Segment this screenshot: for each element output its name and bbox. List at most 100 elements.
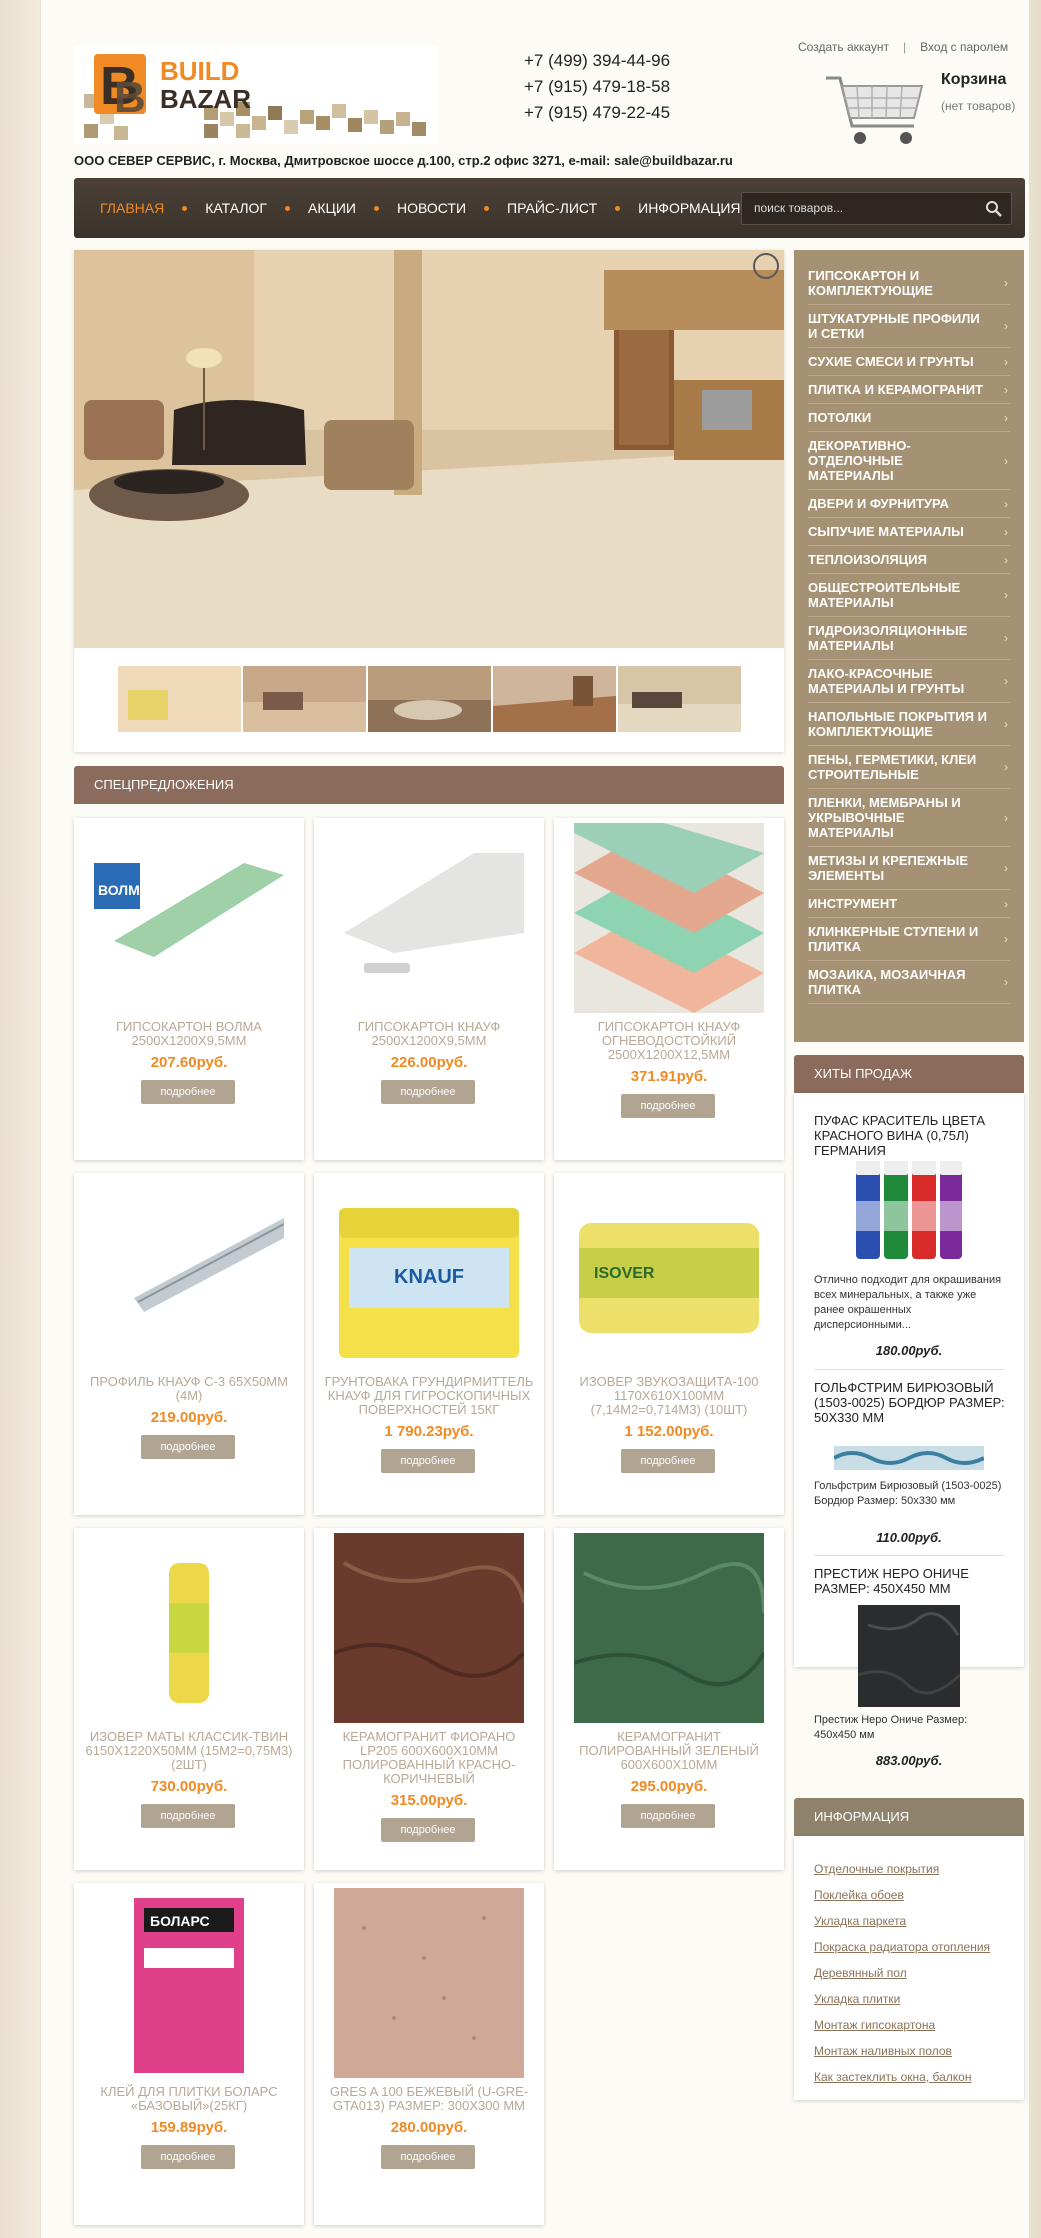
info-link[interactable]: Как застеклить окна, балкон — [814, 2064, 1004, 2090]
product-image[interactable] — [94, 1533, 284, 1723]
product-image[interactable]: ISOVER — [574, 1178, 764, 1368]
hit-1-title[interactable]: ПУФАС КРАСИТЕЛЬ ЦВЕТА КРАСНОГО ВИНА (0,7… — [814, 1113, 1009, 1158]
category-item[interactable]: ДВЕРИ И ФУРНИТУРА › — [808, 490, 1010, 518]
product-image[interactable] — [334, 1533, 524, 1723]
category-item[interactable]: НАПОЛЬНЫЕ ПОКРЫТИЯ И КОМПЛЕКТУЮЩИЕ › — [808, 703, 1010, 746]
hit-2-image[interactable] — [834, 1446, 984, 1470]
category-item[interactable]: СУХИЕ СМЕСИ И ГРУНТЫ › — [808, 348, 1010, 376]
product-image[interactable] — [334, 823, 524, 1013]
category-item[interactable]: ПЛИТКА И КЕРАМОГРАНИТ › — [808, 376, 1010, 404]
info-link[interactable]: Монтаж наливных полов — [814, 2038, 1004, 2064]
thumbnail-3[interactable] — [368, 666, 491, 732]
nav-catalog[interactable]: КАТАЛОГ — [201, 200, 271, 216]
details-button[interactable]: подробнее — [141, 1435, 235, 1459]
details-button[interactable]: подробнее — [141, 2145, 235, 2169]
info-link[interactable]: Отделочные покрытия — [814, 1856, 1004, 1882]
hit-3-title[interactable]: ПРЕСТИЖ НЕРО ОНИЧЕ РАЗМЕР: 450X450 ММ — [814, 1566, 1009, 1596]
product-image[interactable]: ВОЛМА — [94, 823, 284, 1013]
product-name[interactable]: ГИПСОКАРТОН ВОЛМА 2500X1200X9,5ММ — [84, 1020, 294, 1048]
slide-image[interactable] — [74, 250, 784, 648]
product-name[interactable]: ГРУНТОВАКА ГРУНДИРМИТТЕЛЬ КНАУФ ДЛЯ ГИГР… — [324, 1375, 534, 1417]
category-item[interactable]: СЫПУЧИЕ МАТЕРИАЛЫ › — [808, 518, 1010, 546]
product-card[interactable]: КЕРАМОГРАНИТ ПОЛИРОВАННЫЙ ЗЕЛЕНЫЙ 600Х60… — [554, 1528, 784, 1870]
nav-home[interactable]: ГЛАВНАЯ — [96, 200, 168, 216]
product-name[interactable]: ГИПСОКАРТОН КНАУФ 2500X1200X9,5ММ — [324, 1020, 534, 1048]
info-link[interactable]: Монтаж гипсокартона — [814, 2012, 1004, 2038]
login-link[interactable]: Вход с паролем — [920, 40, 1008, 54]
product-name[interactable]: КЛЕЙ ДЛЯ ПЛИТКИ БОЛАРС «БАЗОВЫЙ»(25КГ) — [84, 2085, 294, 2113]
details-button[interactable]: подробнее — [381, 1818, 475, 1842]
product-image[interactable]: KNAUF — [334, 1178, 524, 1368]
search-input[interactable]: поиск товаров... — [741, 192, 1012, 225]
hit-2-title[interactable]: ГОЛЬФСТРИМ БИРЮЗОВЫЙ (1503-0025) БОРДЮР … — [814, 1380, 1009, 1425]
category-item[interactable]: ГИДРОИЗОЛЯЦИОННЫЕ МАТЕРИАЛЫ › — [808, 617, 1010, 660]
product-name[interactable]: GRES A 100 БЕЖЕВЫЙ (U-GRE-GTA013) РАЗМЕР… — [324, 2085, 534, 2113]
thumbnail-5[interactable] — [618, 666, 741, 732]
product-image[interactable] — [334, 1888, 524, 2078]
product-card[interactable]: ВОЛМА ГИПСОКАРТОН ВОЛМА 2500X1200X9,5ММ 20… — [74, 818, 304, 1160]
product-name[interactable]: ИЗОВЕР ЗВУКОЗАЩИТА-100 1170Х610Х100ММ (7… — [564, 1375, 774, 1417]
product-card[interactable]: КЕРАМОГРАНИТ ФИОРАНО LP205 600Х600Х10ММ … — [314, 1528, 544, 1870]
product-name[interactable]: КЕРАМОГРАНИТ ПОЛИРОВАННЫЙ ЗЕЛЕНЫЙ 600Х60… — [564, 1730, 774, 1772]
product-price: 1 152.00руб. — [624, 1423, 714, 1440]
product-name[interactable]: ГИПСОКАРТОН КНАУФ ОГНЕВОДОСТОЙКИЙ 2500Х1… — [564, 1020, 774, 1062]
details-button[interactable]: подробнее — [381, 1449, 475, 1473]
product-card[interactable]: ИЗОВЕР МАТЫ КЛАССИК-ТВИН 6150Х1220Х50ММ … — [74, 1528, 304, 1870]
product-image[interactable] — [94, 1178, 284, 1368]
create-account-link[interactable]: Создать аккаунт — [798, 40, 889, 54]
product-name[interactable]: ИЗОВЕР МАТЫ КЛАССИК-ТВИН 6150Х1220Х50ММ … — [84, 1730, 294, 1772]
product-card[interactable]: ГИПСОКАРТОН КНАУФ ОГНЕВОДОСТОЙКИЙ 2500Х1… — [554, 818, 784, 1160]
info-link[interactable]: Укладка плитки — [814, 1986, 1004, 2012]
details-button[interactable]: подробнее — [381, 2145, 475, 2169]
product-name[interactable]: КЕРАМОГРАНИТ ФИОРАНО LP205 600Х600Х10ММ … — [324, 1730, 534, 1786]
category-item[interactable]: ТЕПЛОИЗОЛЯЦИЯ › — [808, 546, 1010, 574]
category-item[interactable]: ОБЩЕСТРОИТЕЛЬНЫЕ МАТЕРИАЛЫ › — [808, 574, 1010, 617]
product-image[interactable]: БОЛАРС — [94, 1888, 284, 2078]
nav-info[interactable]: ИНФОРМАЦИЯ — [634, 200, 744, 216]
chevron-right-icon: › — [1004, 717, 1008, 731]
details-button[interactable]: подробнее — [621, 1449, 715, 1473]
product-card[interactable]: KNAUF ГРУНТОВАКА ГРУНДИРМИТТЕЛЬ КНАУФ ДЛЯ… — [314, 1173, 544, 1515]
details-button[interactable]: подробнее — [141, 1804, 235, 1828]
category-item[interactable]: ЛАКО-КРАСОЧНЫЕ МАТЕРИАЛЫ И ГРУНТЫ › — [808, 660, 1010, 703]
logo[interactable]: B B BUILD BAZAR — [74, 46, 438, 144]
cart-title[interactable]: Корзина — [941, 71, 1006, 89]
category-item[interactable]: ПЛЕНКИ, МЕМБРАНЫ И УКРЫВОЧНЫЕ МАТЕРИАЛЫ › — [808, 789, 1010, 847]
details-button[interactable]: подробнее — [621, 1094, 715, 1118]
category-item[interactable]: ИНСТРУМЕНТ › — [808, 890, 1010, 918]
category-item[interactable]: ШТУКАТУРНЫЕ ПРОФИЛИ И СЕТКИ › — [808, 305, 1010, 348]
nav-news[interactable]: НОВОСТИ — [393, 200, 470, 216]
details-button[interactable]: подробнее — [141, 1080, 235, 1104]
info-link[interactable]: Укладка паркета — [814, 1908, 1004, 1934]
thumbnail-1[interactable] — [118, 666, 241, 732]
hit-3-image[interactable] — [858, 1605, 960, 1707]
info-link[interactable]: Покраска радиатора отопления — [814, 1934, 1004, 1960]
category-item[interactable]: ПОТОЛКИ › — [808, 404, 1010, 432]
details-button[interactable]: подробнее — [381, 1080, 475, 1104]
product-card[interactable]: ISOVER ИЗОВЕР ЗВУКОЗАЩИТА-100 1170Х610Х10… — [554, 1173, 784, 1515]
product-card[interactable]: GRES A 100 БЕЖЕВЫЙ (U-GRE-GTA013) РАЗМЕР… — [314, 1883, 544, 2225]
product-card[interactable]: ГИПСОКАРТОН КНАУФ 2500X1200X9,5ММ 226.00р… — [314, 818, 544, 1160]
info-link[interactable]: Поклейка обоев — [814, 1882, 1004, 1908]
category-item[interactable]: КЛИНКЕРНЫЕ СТУПЕНИ И ПЛИТКА › — [808, 918, 1010, 961]
category-item[interactable]: ГИПСОКАРТОН И КОМПЛЕКТУЮЩИЕ › — [808, 262, 1010, 305]
product-image[interactable] — [574, 823, 764, 1013]
main-nav: ГЛАВНАЯ КАТАЛОГ АКЦИИ НОВОСТИ ПРАЙС-ЛИСТ… — [74, 178, 1025, 238]
hit-1-image[interactable] — [854, 1161, 964, 1263]
info-link[interactable]: Деревянный пол — [814, 1960, 1004, 1986]
category-item[interactable]: МЕТИЗЫ И КРЕПЕЖНЫЕ ЭЛЕМЕНТЫ › — [808, 847, 1010, 890]
product-card[interactable]: БОЛАРС КЛЕЙ ДЛЯ ПЛИТКИ БОЛАРС «БАЗОВЫЙ»(2… — [74, 1883, 304, 2225]
search-icon[interactable] — [985, 200, 1003, 218]
category-item[interactable]: МОЗАИКА, МОЗАИЧНАЯ ПЛИТКА › — [808, 961, 1010, 1004]
category-item[interactable]: ПЕНЫ, ГЕРМЕТИКИ, КЛЕИ СТРОИТЕЛЬНЫЕ › — [808, 746, 1010, 789]
thumbnail-4[interactable] — [493, 666, 616, 732]
cart-icon[interactable] — [822, 68, 932, 154]
product-card[interactable]: ПРОФИЛЬ КНАУФ С-3 65Х50ММ (4М) 219.00руб.… — [74, 1173, 304, 1515]
product-name[interactable]: ПРОФИЛЬ КНАУФ С-3 65Х50ММ (4М) — [84, 1375, 294, 1403]
thumbnail-2[interactable] — [243, 666, 366, 732]
product-image[interactable] — [574, 1533, 764, 1723]
details-button[interactable]: подробнее — [621, 1804, 715, 1828]
category-item[interactable]: ДЕКОРАТИВНО-ОТДЕЛОЧНЫЕ МАТЕРИАЛЫ › — [808, 432, 1010, 490]
nav-price-list[interactable]: ПРАЙС-ЛИСТ — [503, 200, 601, 216]
nav-promotions[interactable]: АКЦИИ — [304, 200, 360, 216]
